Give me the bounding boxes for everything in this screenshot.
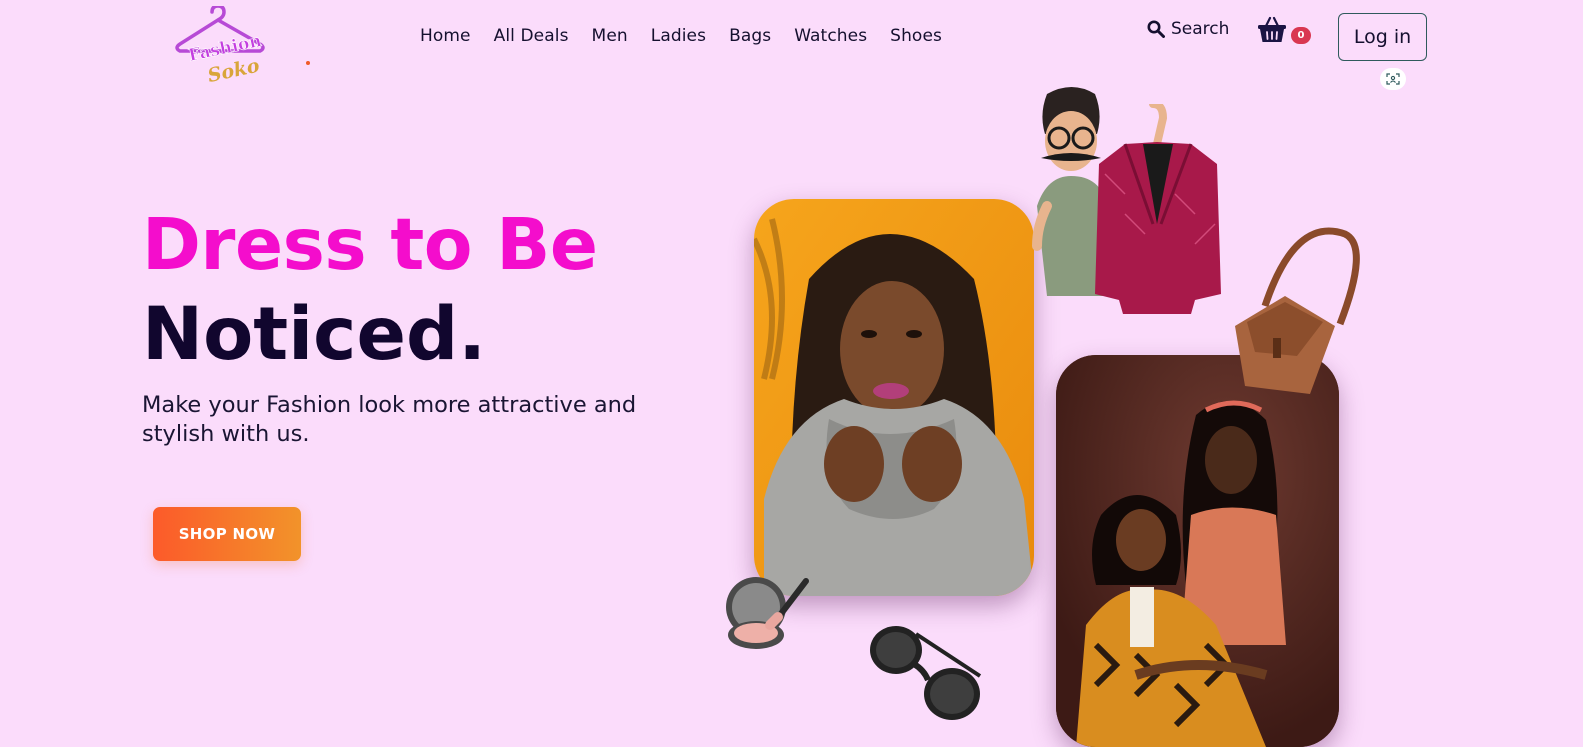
hero-headline-line-2: Noticed. xyxy=(142,292,486,377)
hero-headline-line-1: Dress to Be xyxy=(142,203,598,286)
hero-photo-girl-hoodie xyxy=(754,199,1034,596)
basket-icon[interactable] xyxy=(1257,16,1287,44)
brand-logo[interactable]: Fashion Soko xyxy=(172,6,272,92)
compact-mirror-icon xyxy=(726,577,809,649)
user-scan-icon xyxy=(1386,73,1400,85)
hero-subtext: Make your Fashion look more attractive a… xyxy=(142,392,637,447)
nav-men[interactable]: Men xyxy=(592,26,628,46)
login-button[interactable]: Log in xyxy=(1338,13,1427,61)
blazer-icon xyxy=(1095,104,1221,314)
nav-bags[interactable]: Bags xyxy=(729,26,771,46)
nav-shoes[interactable]: Shoes xyxy=(890,26,942,46)
hero-photo-two-women xyxy=(1056,355,1339,747)
search-label: Search xyxy=(1171,19,1230,39)
nav-all-deals[interactable]: All Deals xyxy=(494,26,569,46)
nav-watches[interactable]: Watches xyxy=(794,26,867,46)
handbag-icon xyxy=(1235,227,1360,394)
shop-now-button[interactable]: SHOP NOW xyxy=(153,507,301,561)
search-icon xyxy=(1147,20,1165,38)
nav-home[interactable]: Home xyxy=(420,26,471,46)
nav-ladies[interactable]: Ladies xyxy=(651,26,706,46)
cart-count-badge: 0 xyxy=(1291,27,1311,44)
user-scan-button[interactable] xyxy=(1380,68,1406,90)
sunglasses-icon xyxy=(870,626,982,720)
decorative-dot xyxy=(306,61,310,65)
search-button[interactable]: Search xyxy=(1147,19,1229,39)
main-nav: Home All Deals Men Ladies Bags Watches S… xyxy=(420,26,965,46)
